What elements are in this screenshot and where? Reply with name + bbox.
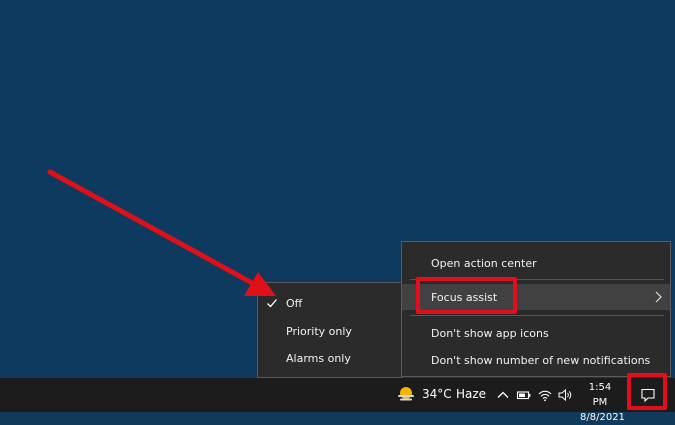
wifi-icon[interactable]	[537, 387, 553, 403]
menu-item-dont-show-number[interactable]: Don't show number of new notifications	[402, 347, 670, 373]
taskbar: 34°C Haze 1:54 PM 8/8/2021	[0, 378, 675, 423]
action-center-highlight-box	[627, 373, 667, 410]
submenu-item-priority-only[interactable]: Priority only	[258, 319, 402, 343]
checkmark-icon	[267, 299, 277, 308]
taskbar-clock[interactable]: 1:54 PM 8/8/2021	[580, 380, 625, 425]
submenu-item-label: Priority only	[286, 324, 352, 338]
haze-sun-icon[interactable]	[396, 385, 416, 405]
menu-item-dont-show-app-icons[interactable]: Don't show app icons	[402, 320, 670, 346]
chevron-up-icon[interactable]	[495, 387, 511, 403]
chevron-right-icon	[655, 291, 662, 303]
menu-item-label: Open action center	[431, 256, 537, 270]
clock-time: 1:54 PM	[588, 382, 612, 408]
submenu-item-label: Off	[286, 296, 303, 310]
battery-icon[interactable]	[516, 387, 532, 403]
volume-icon[interactable]	[557, 387, 573, 403]
weather-temperature[interactable]: 34°C	[422, 387, 452, 401]
focus-assist-submenu: Off Priority only Alarms only	[257, 282, 403, 378]
menu-item-label: Don't show number of new notifications	[431, 353, 651, 367]
submenu-item-alarms-only[interactable]: Alarms only	[258, 346, 402, 370]
focus-assist-highlight-box	[416, 277, 517, 314]
menu-item-open-action-center[interactable]: Open action center	[402, 250, 670, 276]
menu-separator	[410, 315, 664, 316]
submenu-item-off[interactable]: Off	[258, 291, 402, 315]
submenu-item-label: Alarms only	[286, 351, 351, 365]
clock-date: 8/8/2021	[580, 412, 625, 423]
menu-item-label: Don't show app icons	[431, 326, 549, 340]
weather-condition[interactable]: Haze	[456, 387, 486, 401]
